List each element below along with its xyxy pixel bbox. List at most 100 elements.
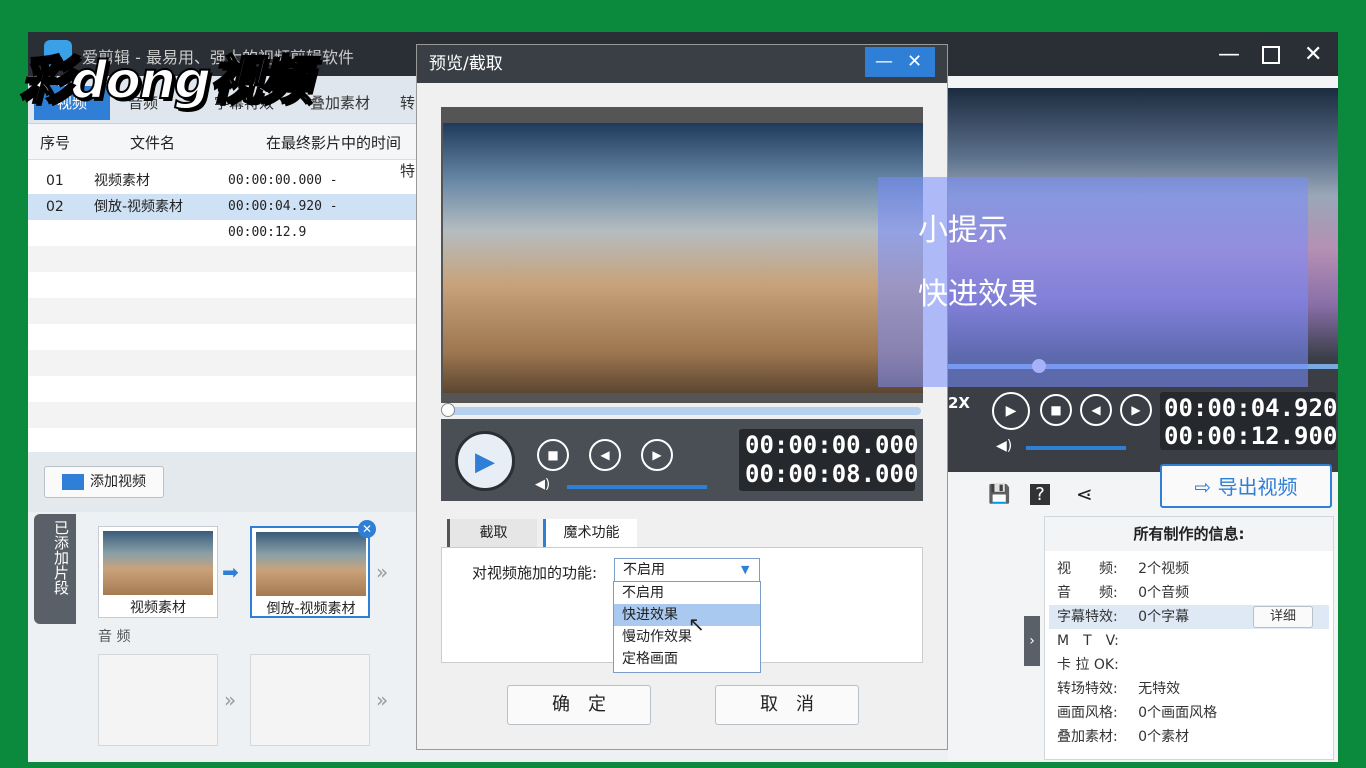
info-row: 视 频: 2个视频 [1057, 557, 1189, 581]
empty-row [28, 246, 418, 272]
minimize-icon[interactable]: — [1218, 42, 1240, 67]
progress-handle[interactable] [441, 403, 455, 417]
clip-thumb[interactable]: 视频素材 [98, 526, 218, 618]
play-icon[interactable]: ▶ [992, 392, 1030, 430]
info-value: 0个画面风格 [1138, 705, 1218, 721]
func-select[interactable]: 不启用 ▼ [614, 558, 760, 582]
info-key: 卡 拉 OK: [1057, 657, 1119, 673]
added-clips-label: 已添加片段 [34, 514, 76, 624]
tab-cut[interactable]: 截取 [447, 519, 537, 547]
speed-label[interactable]: 2X [948, 394, 970, 412]
export-label: 导出视频 [1217, 475, 1298, 499]
info-key: 视 频: [1057, 561, 1118, 577]
info-value: 2个视频 [1138, 561, 1190, 577]
watermark: 彩dong视频 [19, 50, 312, 112]
info-row: 卡 拉 OK: [1057, 653, 1119, 677]
add-bar: 添加视频 [28, 452, 418, 512]
film-icon [62, 474, 84, 490]
info-key: 音 频: [1057, 585, 1118, 601]
row-name: 视频素材 [94, 173, 150, 189]
table-row[interactable]: 01 视频素材 00:00:00.000 - 00:00:04.9 [28, 168, 418, 214]
dialog-video [443, 123, 923, 393]
export-icon: ⇨ [1194, 475, 1218, 499]
clip-image [256, 532, 366, 596]
info-row: M T V: [1057, 629, 1119, 653]
col-time: 在最终影片中的时间 [266, 134, 402, 152]
volume-icon[interactable]: ◀) [535, 477, 550, 492]
info-key: M T V: [1057, 633, 1119, 649]
next-frame-icon[interactable]: ▶ [1120, 394, 1152, 426]
row-name: 倒放-视频素材 [94, 199, 184, 215]
dialog-controls-bar: ▶ ■ ◀ ▶ ◀) 00:00:00.000 00:00:08.000 [441, 419, 923, 501]
ok-button[interactable]: 确 定 [507, 685, 651, 725]
dialog-time-display: 00:00:00.000 00:00:08.000 [739, 429, 919, 491]
empty-row [28, 402, 418, 428]
close-icon[interactable]: ✕ [1304, 42, 1322, 67]
detail-button[interactable]: 详细 [1253, 606, 1313, 628]
option-freeze[interactable]: 定格画面 [614, 648, 760, 670]
volume-icon[interactable]: ◀) [996, 438, 1012, 454]
info-row: 字幕特效: 0个字幕 详细 [1049, 605, 1329, 629]
preview-dialog: 预览/截取 — ✕ ▶ ■ ◀ ▶ ◀) 00:00:00.000 00:00:0… [416, 44, 948, 750]
audio-slot[interactable] [98, 654, 218, 746]
time-total: 00:00:08.000 [745, 460, 919, 488]
cancel-button[interactable]: 取 消 [715, 685, 859, 725]
share-icon[interactable]: ⋖ [1076, 482, 1093, 506]
info-key: 字幕特效: [1057, 609, 1118, 625]
file-list-panel: 视频 音频 字幕特效 叠加素材 转场特效 序号 文件名 在最终影片中的时间 01… [28, 76, 418, 486]
close-icon[interactable]: ✕ [907, 51, 922, 72]
save-icon[interactable]: 💾 [988, 484, 1010, 505]
option-fast[interactable]: 快进效果 [614, 604, 760, 626]
prev-frame-icon[interactable]: ◀ [589, 439, 621, 471]
audio-label: 音 频 [98, 629, 131, 645]
info-key: 转场特效: [1057, 681, 1118, 697]
info-value: 0个音频 [1138, 585, 1190, 601]
time-current: 00:00:04.920 [1164, 394, 1338, 422]
info-key: 画面风格: [1057, 705, 1118, 721]
next-frame-icon[interactable]: ▶ [641, 439, 673, 471]
audio-slot[interactable] [250, 654, 370, 746]
stop-icon[interactable]: ■ [537, 439, 569, 471]
dialog-controls: — ✕ [865, 47, 935, 77]
chevron-down-icon: ▼ [741, 563, 750, 576]
hint-text: 快进效果 [918, 277, 1038, 312]
time-current: 00:00:00.000 [745, 431, 919, 459]
export-video-button[interactable]: ⇨ 导出视频 [1160, 464, 1332, 508]
hint-overlay: 小提示 快进效果 [878, 177, 1308, 387]
col-name: 文件名 [130, 134, 176, 152]
func-dropdown: 不启用 快进效果 慢动作效果 定格画面 ↖ [613, 581, 761, 673]
option-slow[interactable]: 慢动作效果 [614, 626, 760, 648]
play-icon[interactable]: ▶ [455, 431, 515, 491]
info-row: 画面风格: 0个画面风格 [1057, 701, 1217, 725]
dialog-progress-bar[interactable] [443, 407, 921, 415]
option-none[interactable]: 不启用 [614, 582, 760, 604]
cursor-icon: ↖ [688, 612, 705, 636]
tab-magic[interactable]: 魔术功能 [543, 519, 637, 547]
info-value: 0个素材 [1138, 729, 1190, 745]
func-selected: 不启用 [623, 562, 665, 578]
table-header: 序号 文件名 在最终影片中的时间 [28, 124, 418, 160]
volume-slider[interactable] [567, 485, 707, 489]
remove-clip-icon[interactable]: ✕ [358, 520, 376, 538]
chevron-icon: » [376, 560, 389, 584]
expand-icon[interactable]: › [1024, 616, 1040, 666]
info-row: 音 频: 0个音频 [1057, 581, 1189, 605]
table-row[interactable]: 02 倒放-视频素材 00:00:04.920 - 00:00:12.9 [28, 194, 418, 240]
tab-overlay[interactable]: 叠加素材 [310, 86, 370, 120]
col-no: 序号 [40, 134, 71, 152]
add-video-button[interactable]: 添加视频 [44, 466, 164, 498]
row-time: 00:00:04.920 - 00:00:12.9 [228, 199, 338, 240]
volume-slider[interactable] [1026, 446, 1126, 450]
prev-frame-icon[interactable]: ◀ [1080, 394, 1112, 426]
clip-thumb[interactable]: 倒放-视频素材 ✕ [250, 520, 376, 618]
stop-icon[interactable]: ■ [1040, 394, 1072, 426]
hint-title: 小提示 [918, 213, 1008, 248]
info-title: 所有制作的信息: [1045, 517, 1333, 551]
help-icon[interactable]: ? [1030, 484, 1050, 505]
maximize-icon[interactable] [1262, 46, 1280, 64]
func-label: 对视频施加的功能: [472, 564, 598, 582]
minimize-icon[interactable]: — [875, 51, 893, 72]
info-value: 无特效 [1138, 681, 1181, 697]
main-time-display: 00:00:04.920 00:00:12.900 [1160, 392, 1338, 450]
clip-label: 倒放-视频素材 [266, 601, 356, 617]
